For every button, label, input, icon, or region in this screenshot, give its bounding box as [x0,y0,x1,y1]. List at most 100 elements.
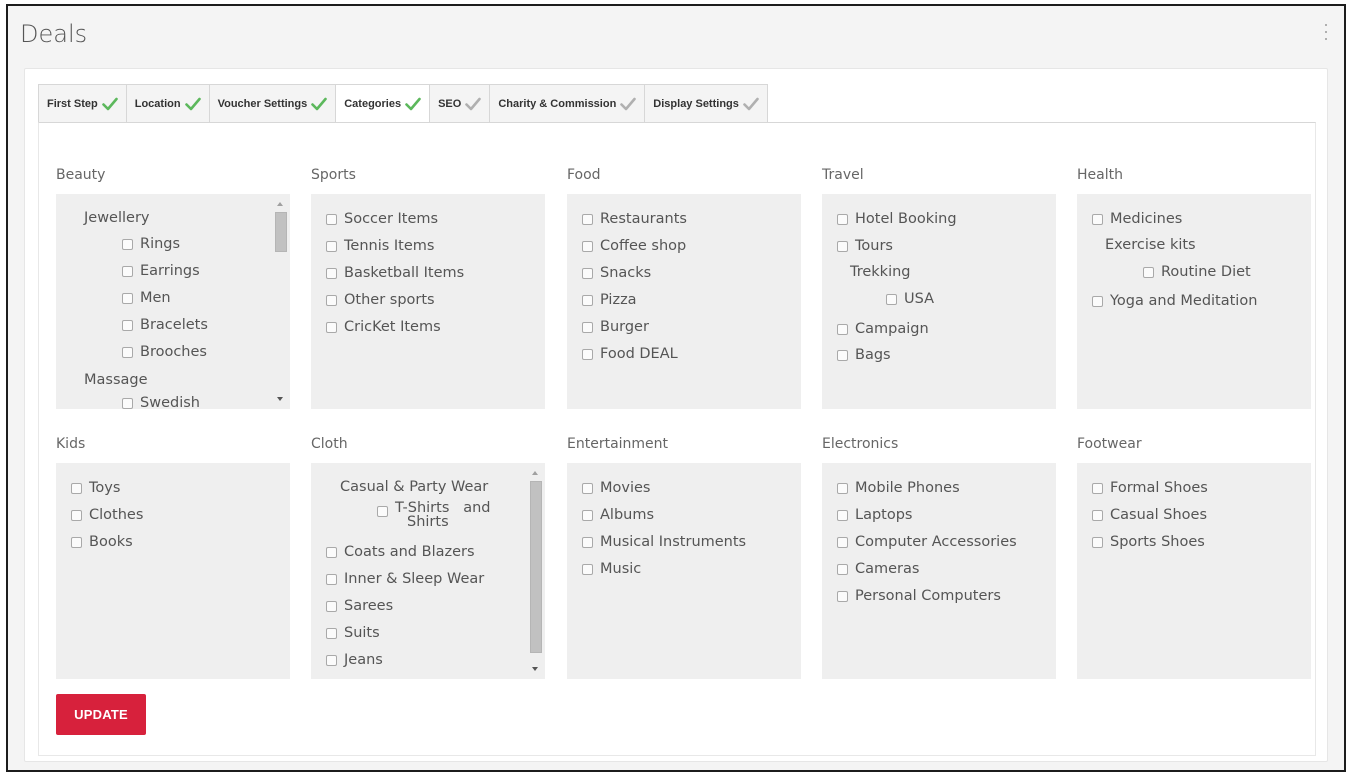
checkbox[interactable] [326,240,337,252]
category-box-entertainment[interactable]: Movies Albums Musical Instruments Music [567,463,801,679]
checkbox[interactable] [122,319,133,331]
checkbox-item-snacks[interactable]: Snacks [582,265,651,281]
scroll-up-icon[interactable] [277,202,283,206]
checkbox-item-campaign[interactable]: Campaign [837,321,929,337]
checkbox-item-bracelets[interactable]: Bracelets [122,317,208,333]
checkbox[interactable] [582,294,593,306]
scroll-up-icon[interactable] [532,471,538,475]
checkbox-item-suits[interactable]: Suits [326,625,380,641]
checkbox[interactable] [582,348,593,360]
checkbox[interactable] [326,654,337,666]
checkbox-item-music[interactable]: Music [582,561,641,577]
checkbox-item-laptops[interactable]: Laptops [837,507,912,523]
checkbox[interactable] [837,240,848,252]
checkbox-item-mobile-phones[interactable]: Mobile Phones [837,480,960,496]
checkbox-item-tours[interactable]: Tours [837,238,893,254]
checkbox-item-medicines[interactable]: Medicines [1092,211,1182,227]
checkbox[interactable] [1092,536,1103,548]
checkbox[interactable] [582,240,593,252]
checkbox-item-albums[interactable]: Albums [582,507,654,523]
category-box-kids[interactable]: Toys Clothes Books [56,463,290,679]
scroll-down-icon[interactable] [532,667,538,671]
checkbox[interactable] [326,546,337,558]
checkbox-item-casual-shoes[interactable]: Casual Shoes [1092,507,1207,523]
checkbox-item-restaurants[interactable]: Restaurants [582,211,687,227]
checkbox[interactable] [326,321,337,333]
checkbox[interactable] [837,590,848,602]
checkbox-item-sarees[interactable]: Sarees [326,598,393,614]
checkbox[interactable] [1143,266,1154,278]
checkbox[interactable] [837,213,848,225]
checkbox[interactable] [582,563,593,575]
checkbox-item-bags[interactable]: Bags [837,347,891,363]
checkbox[interactable] [122,346,133,358]
checkbox[interactable] [71,536,82,548]
checkbox-item-brooches[interactable]: Brooches [122,344,207,360]
checkbox[interactable] [326,573,337,585]
checkbox-item-musical-instruments[interactable]: Musical Instruments [582,534,746,550]
tab-first-step[interactable]: First Step [38,84,126,123]
checkbox[interactable] [837,349,848,361]
checkbox-item-jeans[interactable]: Jeans [326,652,383,668]
checkbox[interactable] [326,294,337,306]
checkbox-item-cricket-items[interactable]: CricKet Items [326,319,441,335]
category-box-health[interactable]: Medicines Exercise kits Routine Diet Yog… [1077,194,1311,409]
tab-categories[interactable]: Categories [335,84,430,123]
checkbox[interactable] [326,600,337,612]
checkbox-item-personal-computers[interactable]: Personal Computers [837,588,1001,604]
category-box-cloth[interactable]: Casual & Party Wear T-Shirts and Shirts … [311,463,545,679]
checkbox[interactable] [1092,509,1103,521]
checkbox-item-men[interactable]: Men [122,290,171,306]
checkbox-item-cameras[interactable]: Cameras [837,561,919,577]
scrollbar-thumb[interactable] [275,212,287,252]
checkbox-item-hotel-booking[interactable]: Hotel Booking [837,211,957,227]
checkbox-item-food-deal[interactable]: Food DEAL [582,346,678,362]
checkbox[interactable] [326,213,337,225]
checkbox[interactable] [326,627,337,639]
tab-voucher-settings[interactable]: Voucher Settings [208,84,336,123]
checkbox[interactable] [582,321,593,333]
checkbox-item-toys[interactable]: Toys [71,480,120,496]
checkbox[interactable] [71,509,82,521]
category-box-beauty[interactable]: Jewellery Rings Earrings Men Bracelets B… [56,194,290,409]
checkbox[interactable] [326,267,337,279]
checkbox-item-t-shirts-and-shirts[interactable]: T-Shirts and Shirts [377,501,491,529]
checkbox-item-usa[interactable]: USA [886,291,934,307]
category-box-sports[interactable]: Soccer Items Tennis Items Basketball Ite… [311,194,545,409]
checkbox[interactable] [837,536,848,548]
tab-charity-commission[interactable]: Charity & Commission [489,84,645,123]
checkbox[interactable] [122,292,133,304]
checkbox[interactable] [377,506,388,517]
checkbox-item-swedish[interactable]: Swedish [122,395,200,409]
checkbox-item-inner-sleep-wear[interactable]: Inner & Sleep Wear [326,571,484,587]
checkbox[interactable] [582,482,593,494]
scrollbar[interactable] [274,194,288,409]
checkbox-item-routine-diet[interactable]: Routine Diet [1143,264,1251,280]
checkbox[interactable] [837,323,848,335]
checkbox-item-basketball-items[interactable]: Basketball Items [326,265,464,281]
scrollbar-thumb[interactable] [530,481,542,653]
checkbox[interactable] [122,397,133,409]
checkbox[interactable] [582,213,593,225]
category-box-food[interactable]: Restaurants Coffee shop Snacks Pizza Bur… [567,194,801,409]
tab-location[interactable]: Location [125,84,209,123]
checkbox-item-burger[interactable]: Burger [582,319,649,335]
more-options-icon[interactable] [1324,24,1328,40]
checkbox-item-computer-accessories[interactable]: Computer Accessories [837,534,1017,550]
checkbox[interactable] [1092,482,1103,494]
checkbox[interactable] [122,238,133,250]
tab-display-settings[interactable]: Display Settings [644,84,768,123]
checkbox-item-formal-shoes[interactable]: Formal Shoes [1092,480,1208,496]
checkbox-item-sports-shoes[interactable]: Sports Shoes [1092,534,1205,550]
checkbox-item-coffee-shop[interactable]: Coffee shop [582,238,686,254]
checkbox-item-pizza[interactable]: Pizza [582,292,637,308]
checkbox[interactable] [582,509,593,521]
category-box-footwear[interactable]: Formal Shoes Casual Shoes Sports Shoes [1077,463,1311,679]
category-box-travel[interactable]: Hotel Booking Tours Trekking USA Campaig… [822,194,1056,409]
checkbox[interactable] [886,293,897,305]
checkbox[interactable] [582,267,593,279]
checkbox-item-soccer-items[interactable]: Soccer Items [326,211,438,227]
tab-seo[interactable]: SEO [429,84,490,123]
checkbox-item-yoga-and-meditation[interactable]: Yoga and Meditation [1092,293,1257,309]
checkbox-item-rings[interactable]: Rings [122,236,180,252]
